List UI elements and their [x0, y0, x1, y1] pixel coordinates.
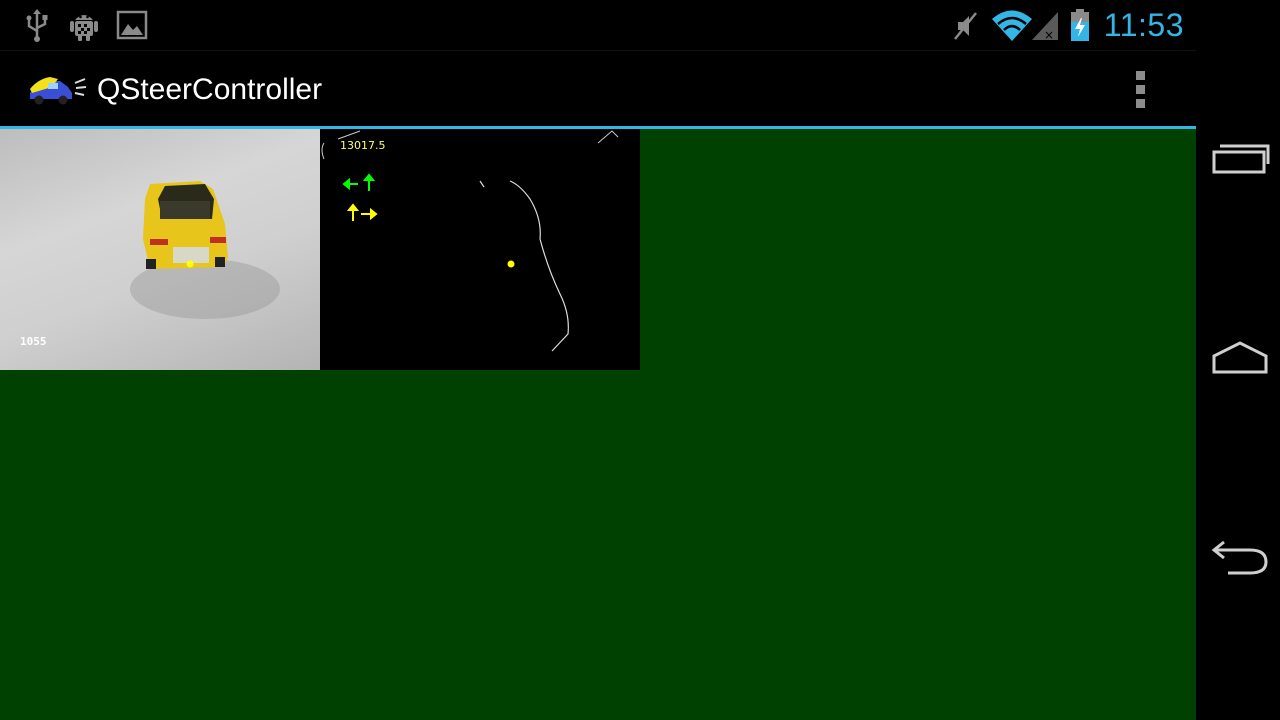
car-icon: [28, 71, 88, 112]
status-clock: 11:53: [1103, 7, 1184, 43]
android-debug-icon: [68, 8, 100, 47]
svg-text:×: ×: [1044, 28, 1054, 42]
home-icon[interactable]: [1210, 340, 1270, 381]
back-icon[interactable]: [1210, 540, 1270, 581]
action-bar: QSteerController: [0, 50, 1196, 127]
gallery-icon: [116, 10, 148, 45]
edge-view: 13017.5: [320, 129, 640, 370]
camera-view: 1055: [0, 129, 320, 370]
battery-icon: [1068, 8, 1092, 47]
signal-icon: ×: [1030, 10, 1060, 47]
recent-apps-icon[interactable]: [1210, 142, 1270, 183]
main-content: 1055 13017.5: [0, 129, 1196, 720]
app-title: QSteerController: [97, 73, 323, 106]
camera-image: [130, 181, 280, 319]
wifi-icon: [990, 8, 1034, 47]
navigation-bar: [1196, 0, 1280, 720]
mute-icon: [952, 10, 980, 47]
left-forward-arrows: [342, 173, 376, 191]
forward-right-arrows: [346, 203, 378, 221]
usb-icon: [24, 8, 50, 47]
status-bar: × 11:53: [0, 0, 1196, 50]
edge-image: [321, 130, 619, 352]
frame-counter: 1055: [20, 335, 47, 348]
overflow-menu-icon[interactable]: [1128, 69, 1152, 113]
